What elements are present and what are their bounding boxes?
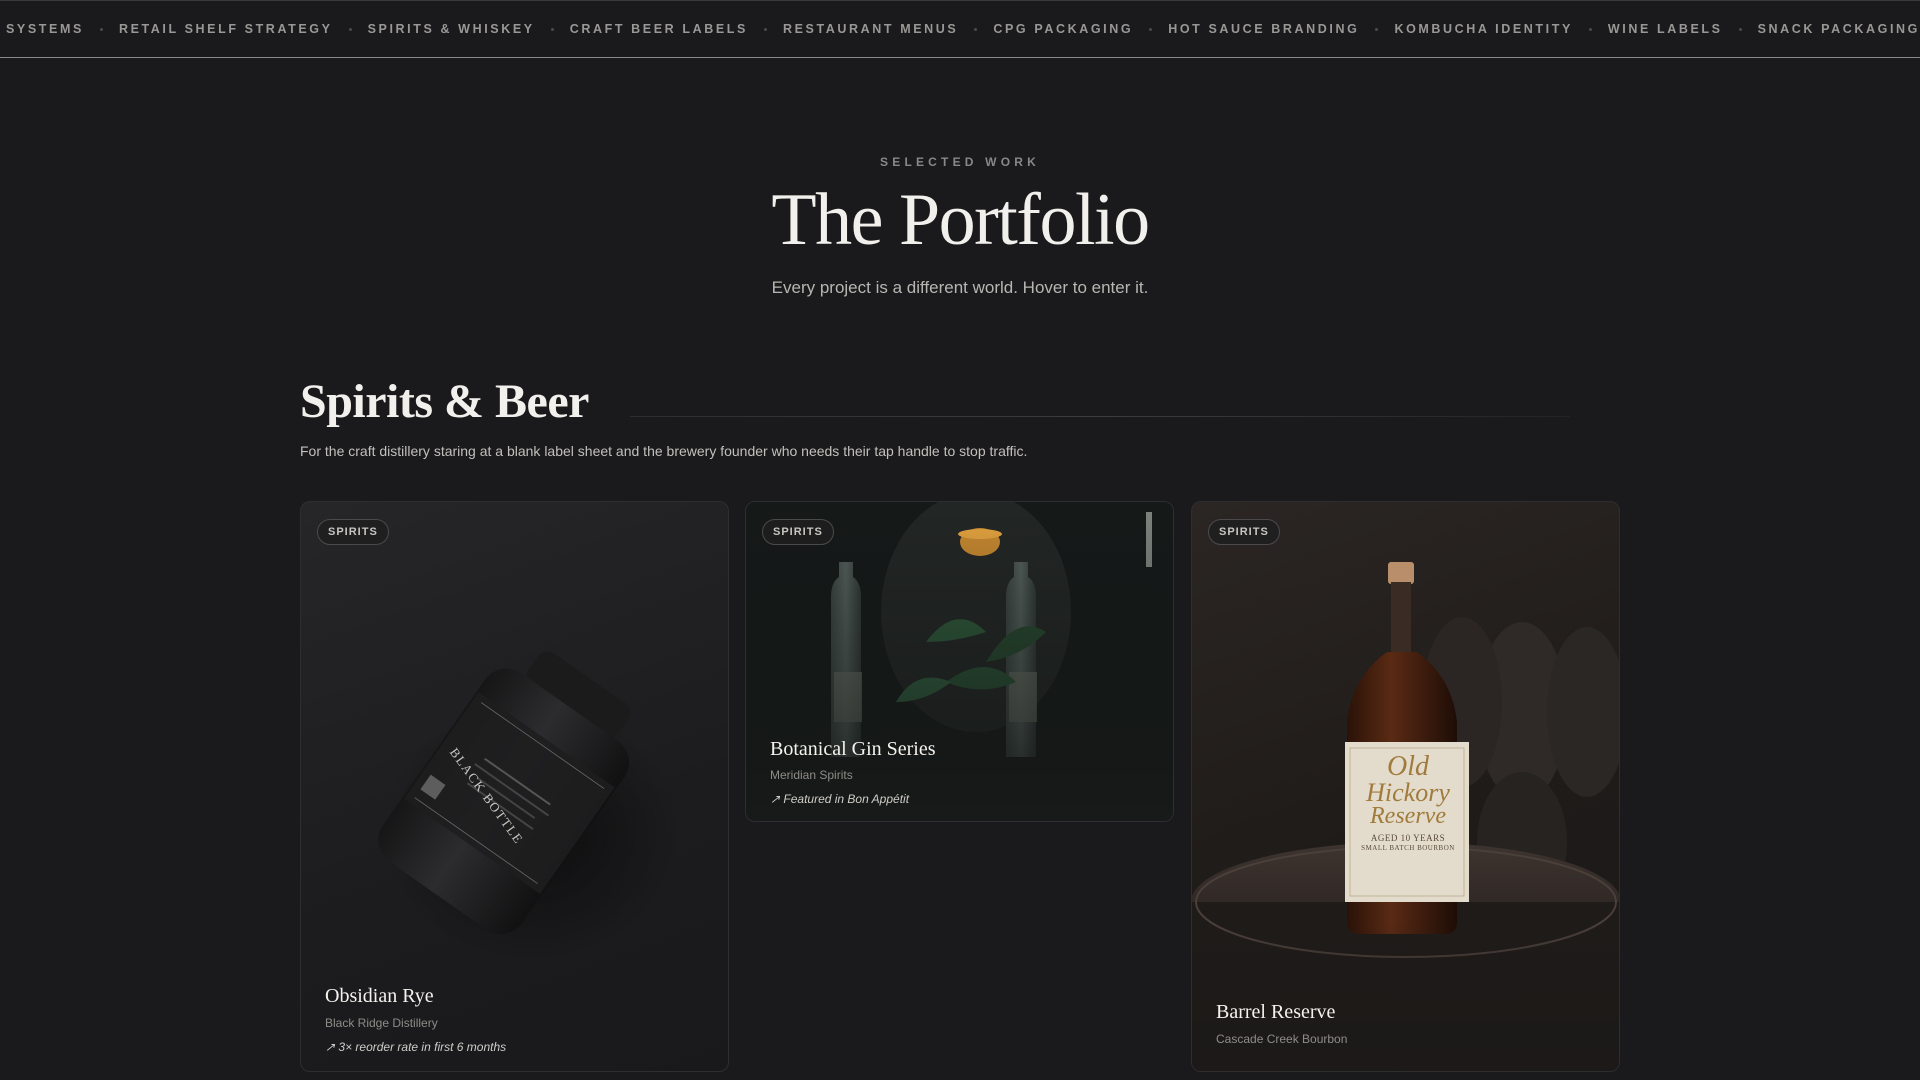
card-client: Black Ridge Distillery: [325, 1016, 438, 1030]
section-title: Spirits & Beer: [300, 375, 589, 428]
marquee-item[interactable]: Wine Labels: [1608, 22, 1723, 36]
category-marquee: Systems Retail Shelf Strategy Spirits & Wh…: [0, 0, 1920, 58]
marquee-item[interactable]: Restaurant Menus: [783, 22, 958, 36]
marquee-item[interactable]: Kombucha Identity: [1394, 22, 1572, 36]
card-client: Cascade Creek Bourbon: [1216, 1032, 1348, 1046]
hero-subtitle: Every project is a different world. Hove…: [771, 278, 1149, 297]
label-line-1: Old: [1387, 751, 1429, 782]
project-card-obsidian-rye[interactable]: BLACK BOTTLE SPIRITS Obsidian Rye Black …: [300, 501, 729, 1072]
separator-dot: [1375, 27, 1379, 31]
separator-dot: [763, 27, 767, 31]
marquee-item[interactable]: Craft Beer Labels: [570, 22, 748, 36]
card-title: Botanical Gin Series: [770, 738, 936, 760]
card-title: Barrel Reserve: [1216, 1001, 1336, 1023]
project-card-botanical-gin[interactable]: SPIRITS Botanical Gin Series Meridian Sp…: [745, 501, 1174, 822]
marquee-item[interactable]: CPG Packaging: [993, 22, 1133, 36]
card-metric: ↗ 3× reorder rate in first 6 months: [325, 1040, 507, 1054]
page-title: The Portfolio: [771, 179, 1150, 261]
separator-dot: [1149, 27, 1153, 31]
label-line-3: Reserve: [1370, 803, 1446, 830]
section-description: For the craft distillery staring at a bl…: [300, 443, 1028, 459]
bottle-label: Old Hickory Reserve AGED 10 YEARS SMALL …: [1352, 751, 1464, 852]
separator-dot: [99, 27, 103, 31]
marquee-item[interactable]: Hot Sauce Branding: [1168, 22, 1359, 36]
label-aged: AGED 10 YEARS: [1370, 833, 1446, 844]
marquee-track: Systems Retail Shelf Strategy Spirits & Wh…: [6, 1, 1920, 57]
hero-eyebrow: SELECTED WORK: [880, 155, 1040, 169]
separator-dot: [348, 27, 352, 31]
separator-dot: [974, 27, 978, 31]
card-client: Meridian Spirits: [770, 768, 853, 782]
separator-dot: [1588, 27, 1592, 31]
label-line-2: Hickory: [1366, 777, 1450, 807]
project-card-barrel-reserve[interactable]: Old Hickory Reserve AGED 10 YEARS SMALL …: [1191, 501, 1620, 1072]
category-tag: SPIRITS: [762, 519, 834, 545]
separator-dot: [550, 27, 554, 31]
marquee-item[interactable]: Snack Packaging: [1758, 22, 1920, 36]
card-title: Obsidian Rye: [325, 985, 434, 1007]
category-tag: SPIRITS: [1208, 519, 1280, 545]
section-divider: [630, 416, 1570, 417]
category-tag: SPIRITS: [317, 519, 389, 545]
marquee-item[interactable]: Retail Shelf Strategy: [119, 22, 333, 36]
marquee-item[interactable]: Spirits & Whiskey: [368, 22, 535, 36]
card-metric: ↗ Featured in Bon Appétit: [770, 792, 910, 806]
label-small: SMALL BATCH BOURBON: [1361, 843, 1455, 852]
marquee-item[interactable]: Systems: [6, 22, 84, 36]
separator-dot: [1738, 27, 1742, 31]
